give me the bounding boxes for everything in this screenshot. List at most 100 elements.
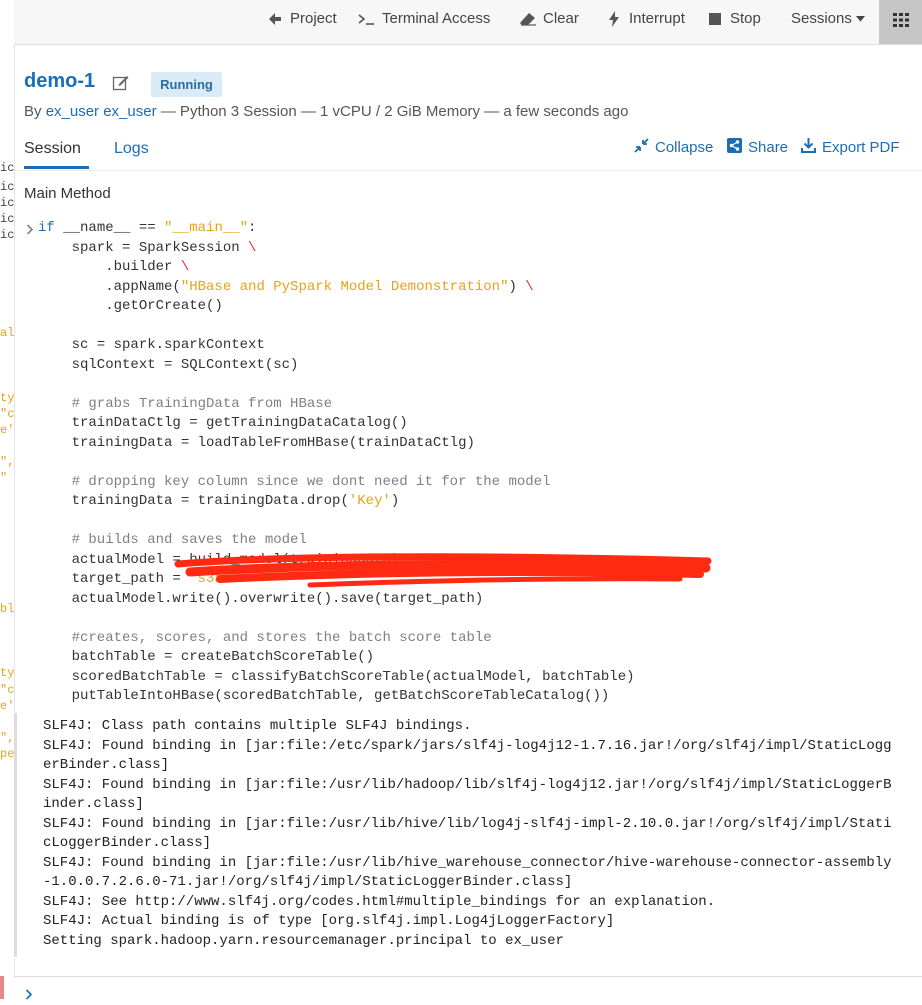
project-button[interactable]: Project bbox=[266, 0, 337, 37]
chevron-right-icon[interactable] bbox=[26, 222, 36, 235]
code-line: actualModel.write().overwrite().save(tar… bbox=[38, 590, 484, 607]
clear-button[interactable]: Clear bbox=[519, 0, 579, 37]
code-line: trainingData = loadTableFromHBase(trainD… bbox=[38, 434, 475, 451]
terminal-access-label: Terminal Access bbox=[382, 10, 491, 27]
code-token: \ bbox=[180, 259, 190, 275]
export-pdf-button[interactable]: Export PDF bbox=[801, 138, 900, 157]
edit-icon[interactable] bbox=[112, 74, 130, 92]
code-token: "__main__" bbox=[164, 220, 249, 236]
code-comment: # builds and saves the model bbox=[38, 532, 307, 548]
code-token: ) bbox=[390, 493, 400, 509]
code-token: if bbox=[38, 220, 55, 236]
session-toolbar: Project Terminal Access Clear Interrupt … bbox=[14, 0, 922, 45]
output-line: SLF4J: Actual binding is of type [org.sl… bbox=[43, 913, 615, 929]
code-line: putTableIntoHBase(scoredBatchTable, getB… bbox=[38, 688, 610, 704]
gutter-fragment: ic bbox=[0, 212, 15, 226]
code-token: spark = SparkSession bbox=[38, 239, 249, 256]
terminal-access-button[interactable]: Terminal Access bbox=[358, 0, 490, 37]
gutter-fragment: ty bbox=[0, 666, 15, 680]
download-icon bbox=[801, 138, 816, 157]
share-icon bbox=[727, 138, 742, 157]
gutter-fragment: pe bbox=[0, 747, 15, 761]
output-line: SLF4J: Found binding in [jar:file:/usr/l… bbox=[43, 815, 892, 852]
gutter-fragment: e' bbox=[0, 699, 15, 713]
gutter-fragment: ty bbox=[0, 391, 15, 405]
eraser-icon bbox=[519, 10, 537, 28]
output-line: SLF4J: Found binding in [jar:file:/usr/l… bbox=[43, 854, 892, 891]
gutter-fragment: " bbox=[0, 471, 8, 485]
code-line: sqlContext = SQLContext(sc) bbox=[38, 356, 299, 373]
code-section-heading: Main Method bbox=[24, 185, 111, 202]
code-line: batchTable = createBatchScoreTable() bbox=[38, 649, 375, 665]
lightning-icon bbox=[605, 10, 623, 28]
code-token: "HBase and PySpark Model Demonstration" bbox=[180, 278, 509, 295]
active-tab-indicator bbox=[24, 166, 89, 169]
command-input[interactable] bbox=[14, 976, 922, 1000]
share-label: Share bbox=[748, 139, 789, 156]
sessions-label: Sessions bbox=[791, 10, 852, 27]
interrupt-button[interactable]: Interrupt bbox=[605, 0, 685, 37]
left-gutter: ic ic ic ic ic al ty "c e' ", " bl ty "c… bbox=[0, 0, 15, 999]
collapse-label: Collapse bbox=[655, 139, 714, 156]
terminal-icon bbox=[358, 10, 376, 28]
collapse-button[interactable]: Collapse bbox=[634, 138, 713, 157]
collapse-icon bbox=[634, 138, 649, 157]
code-token: "s3a bbox=[189, 571, 223, 587]
gutter-fragment: bl bbox=[0, 602, 15, 616]
gutter-fragment: ic bbox=[0, 180, 15, 194]
gutter-fragment: ic bbox=[0, 161, 15, 175]
byline-prefix: By bbox=[24, 103, 42, 120]
output-line: SLF4J: Found binding in [jar:file:/etc/s… bbox=[43, 737, 892, 774]
output-line: SLF4J: Found binding in [jar:file:/usr/l… bbox=[43, 776, 892, 813]
output-side-bar bbox=[14, 713, 17, 957]
code-token: : bbox=[248, 220, 257, 236]
output-line: SLF4J: See http://www.slf4j.org/codes.ht… bbox=[43, 893, 716, 910]
code-line: .getOrCreate() bbox=[38, 298, 223, 314]
session-details: — Python 3 Session — 1 vCPU / 2 GiB Memo… bbox=[160, 103, 629, 120]
tab-session[interactable]: Session bbox=[24, 140, 81, 158]
share-button[interactable]: Share bbox=[727, 138, 788, 157]
code-token: \ bbox=[248, 239, 257, 256]
sessions-dropdown[interactable]: Sessions bbox=[791, 0, 866, 37]
code-line: actualModel = build_model(trainingData) bbox=[38, 551, 400, 568]
tabs-divider bbox=[14, 170, 922, 171]
interrupt-label: Interrupt bbox=[629, 10, 685, 27]
apps-grid-button[interactable] bbox=[879, 0, 922, 44]
code-line: scoredBatchTable = classifyBatchScoreTab… bbox=[38, 668, 635, 685]
code-token: .appName( bbox=[38, 278, 181, 295]
code-comment: # grabs TrainingData from HBase bbox=[38, 395, 333, 412]
output-line: Setting spark.hadoop.yarn.resourcemanage… bbox=[43, 932, 564, 949]
code-line: sc = spark.sparkContext bbox=[38, 337, 265, 353]
stop-label: Stop bbox=[730, 10, 761, 27]
session-byline: By ex_user ex_user — Python 3 Session — … bbox=[24, 103, 628, 120]
tab-logs[interactable]: Logs bbox=[114, 140, 149, 158]
prompt-chevron-icon bbox=[25, 987, 35, 1000]
grid-icon bbox=[892, 12, 909, 32]
project-label: Project bbox=[290, 10, 337, 27]
session-title[interactable]: demo-1 bbox=[24, 70, 95, 93]
gutter-fragment: al bbox=[0, 326, 15, 340]
gutter-fragment: "c bbox=[0, 407, 15, 421]
export-pdf-label: Export PDF bbox=[822, 139, 900, 156]
clear-label: Clear bbox=[543, 10, 579, 27]
code-token: target_path = bbox=[38, 571, 190, 587]
gutter-fragment: ", bbox=[0, 455, 15, 469]
output-line: SLF4J: Class path contains multiple SLF4… bbox=[43, 718, 472, 734]
code-block[interactable]: if __name__ == "__main__": spark = Spark… bbox=[38, 219, 635, 707]
code-comment: # dropping key column since we dont need… bbox=[38, 473, 551, 490]
code-token: __name__ == bbox=[54, 220, 165, 236]
code-token: .builder bbox=[38, 259, 181, 275]
caret-down-icon bbox=[856, 10, 866, 28]
gutter-fragment: "c bbox=[0, 683, 15, 697]
user-link[interactable]: ex_user ex_user bbox=[46, 103, 157, 120]
code-token: 'Key' bbox=[348, 493, 391, 509]
gutter-fragment: ", bbox=[0, 731, 15, 745]
status-badge: Running bbox=[151, 72, 222, 97]
error-indicator-bar bbox=[0, 976, 4, 999]
gutter-fragment: e' bbox=[0, 423, 15, 437]
code-line: trainDataCtlg = getTrainingDataCatalog() bbox=[38, 415, 408, 431]
code-token: ) bbox=[508, 278, 526, 295]
gutter-fragment: ic bbox=[0, 228, 15, 242]
code-token: \ bbox=[525, 278, 534, 295]
stop-button[interactable]: Stop bbox=[706, 0, 761, 37]
